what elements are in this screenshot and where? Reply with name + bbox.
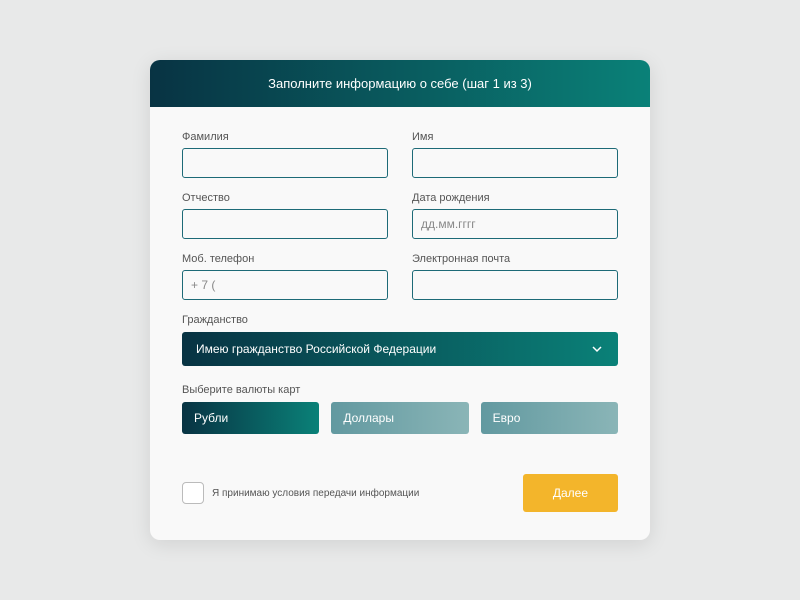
form-header: Заполните информацию о себе (шаг 1 из 3) [150,60,650,107]
currency-euro[interactable]: Евро [481,402,618,434]
patronymic-input[interactable] [182,209,388,239]
dob-label: Дата рождения [412,192,618,204]
citizenship-label: Гражданство [182,314,618,326]
currency-dollars[interactable]: Доллары [331,402,468,434]
patronymic-label: Отчество [182,192,388,204]
name-input[interactable] [412,148,618,178]
citizenship-select[interactable]: Имею гражданство Российской Федерации [182,332,618,366]
surname-label: Фамилия [182,131,388,143]
dob-input[interactable] [412,209,618,239]
consent-label: Я принимаю условия передачи информации [212,488,419,499]
phone-input[interactable] [182,270,388,300]
surname-input[interactable] [182,148,388,178]
consent-checkbox[interactable] [182,482,204,504]
chevron-down-icon [590,342,604,356]
citizenship-selected: Имею гражданство Российской Федерации [196,342,436,356]
name-label: Имя [412,131,618,143]
form-body: Фамилия Имя Отчество Дата рождения Моб. … [150,107,650,540]
email-input[interactable] [412,270,618,300]
currency-label: Выберите валюты карт [182,384,618,396]
consent-wrap: Я принимаю условия передачи информации [182,482,419,504]
phone-label: Моб. телефон [182,253,388,265]
form-card: Заполните информацию о себе (шаг 1 из 3)… [150,60,650,540]
currency-rubles[interactable]: Рубли [182,402,319,434]
email-label: Электронная почта [412,253,618,265]
header-title: Заполните информацию о себе (шаг 1 из 3) [268,76,532,91]
next-button[interactable]: Далее [523,474,618,512]
